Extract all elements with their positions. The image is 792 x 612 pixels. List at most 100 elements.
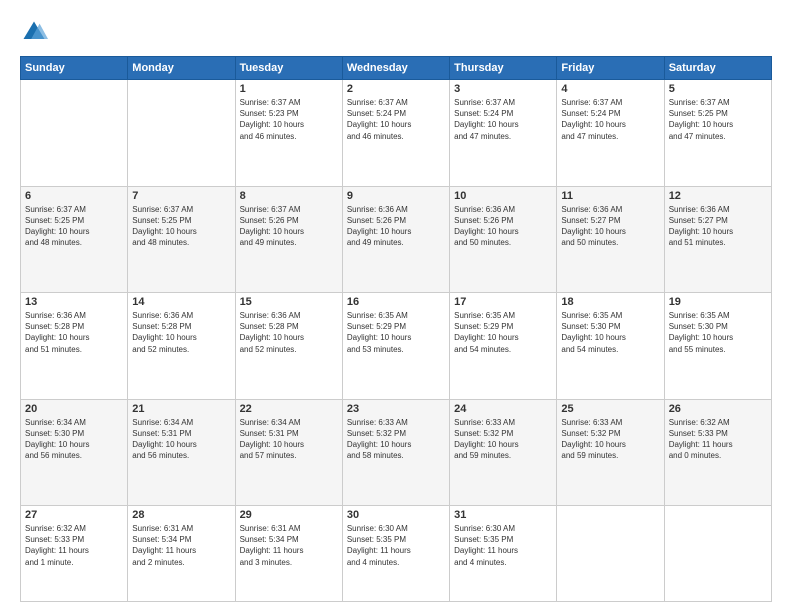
- day-number: 23: [347, 403, 445, 415]
- calendar-cell: 9 Sunrise: 6:36 AMSunset: 5:26 PMDaylight…: [342, 186, 449, 293]
- cell-content: Sunrise: 6:37 AMSunset: 5:24 PMDaylight:…: [561, 97, 659, 142]
- cell-content: Sunrise: 6:34 AMSunset: 5:31 PMDaylight:…: [132, 417, 230, 462]
- day-number: 28: [132, 509, 230, 521]
- calendar-cell: 10 Sunrise: 6:36 AMSunset: 5:26 PMDayligh…: [450, 186, 557, 293]
- logo-icon: [20, 18, 48, 46]
- cell-content: Sunrise: 6:36 AMSunset: 5:26 PMDaylight:…: [347, 204, 445, 249]
- day-number: 26: [669, 403, 767, 415]
- calendar-header-row: SundayMondayTuesdayWednesdayThursdayFrid…: [21, 57, 772, 80]
- calendar-cell: 29 Sunrise: 6:31 AMSunset: 5:34 PMDayligh…: [235, 506, 342, 602]
- cell-content: Sunrise: 6:37 AMSunset: 5:24 PMDaylight:…: [454, 97, 552, 142]
- calendar-cell: 16 Sunrise: 6:35 AMSunset: 5:29 PMDayligh…: [342, 293, 449, 400]
- cell-content: Sunrise: 6:36 AMSunset: 5:28 PMDaylight:…: [25, 310, 123, 355]
- cell-content: Sunrise: 6:35 AMSunset: 5:29 PMDaylight:…: [454, 310, 552, 355]
- cell-content: Sunrise: 6:36 AMSunset: 5:26 PMDaylight:…: [454, 204, 552, 249]
- calendar-header-sunday: Sunday: [21, 57, 128, 80]
- day-number: 24: [454, 403, 552, 415]
- cell-content: Sunrise: 6:30 AMSunset: 5:35 PMDaylight:…: [347, 523, 445, 568]
- day-number: 29: [240, 509, 338, 521]
- calendar-header-monday: Monday: [128, 57, 235, 80]
- day-number: 6: [25, 190, 123, 202]
- day-number: 1: [240, 83, 338, 95]
- day-number: 19: [669, 296, 767, 308]
- calendar-cell: 11 Sunrise: 6:36 AMSunset: 5:27 PMDayligh…: [557, 186, 664, 293]
- calendar-cell: 23 Sunrise: 6:33 AMSunset: 5:32 PMDayligh…: [342, 399, 449, 506]
- header: [20, 18, 772, 46]
- calendar-cell: 4 Sunrise: 6:37 AMSunset: 5:24 PMDaylight…: [557, 80, 664, 187]
- day-number: 15: [240, 296, 338, 308]
- calendar-cell: 25 Sunrise: 6:33 AMSunset: 5:32 PMDayligh…: [557, 399, 664, 506]
- day-number: 20: [25, 403, 123, 415]
- calendar-cell: 8 Sunrise: 6:37 AMSunset: 5:26 PMDaylight…: [235, 186, 342, 293]
- day-number: 18: [561, 296, 659, 308]
- cell-content: Sunrise: 6:33 AMSunset: 5:32 PMDaylight:…: [561, 417, 659, 462]
- day-number: 30: [347, 509, 445, 521]
- day-number: 11: [561, 190, 659, 202]
- calendar-cell: 22Sunrise: 6:34 AMSunset: 5:31 PMDayligh…: [235, 399, 342, 506]
- calendar-header-thursday: Thursday: [450, 57, 557, 80]
- calendar-cell: 12 Sunrise: 6:36 AMSunset: 5:27 PMDayligh…: [664, 186, 771, 293]
- calendar-cell: 31Sunrise: 6:30 AMSunset: 5:35 PMDayligh…: [450, 506, 557, 602]
- day-number: 5: [669, 83, 767, 95]
- calendar-cell: [128, 80, 235, 187]
- calendar-cell: 13 Sunrise: 6:36 AMSunset: 5:28 PMDayligh…: [21, 293, 128, 400]
- calendar-week-3: 13 Sunrise: 6:36 AMSunset: 5:28 PMDayligh…: [21, 293, 772, 400]
- calendar-cell: [557, 506, 664, 602]
- day-number: 9: [347, 190, 445, 202]
- day-number: 31: [454, 509, 552, 521]
- cell-content: Sunrise: 6:32 AMSunset: 5:33 PMDaylight:…: [25, 523, 123, 568]
- logo: [20, 18, 52, 46]
- day-number: 2: [347, 83, 445, 95]
- calendar-cell: 28Sunrise: 6:31 AMSunset: 5:34 PMDayligh…: [128, 506, 235, 602]
- calendar-cell: 18 Sunrise: 6:35 AMSunset: 5:30 PMDayligh…: [557, 293, 664, 400]
- calendar-cell: 14 Sunrise: 6:36 AMSunset: 5:28 PMDayligh…: [128, 293, 235, 400]
- calendar-cell: 15 Sunrise: 6:36 AMSunset: 5:28 PMDayligh…: [235, 293, 342, 400]
- calendar-cell: 17 Sunrise: 6:35 AMSunset: 5:29 PMDayligh…: [450, 293, 557, 400]
- cell-content: Sunrise: 6:36 AMSunset: 5:28 PMDaylight:…: [132, 310, 230, 355]
- cell-content: Sunrise: 6:34 AMSunset: 5:30 PMDaylight:…: [25, 417, 123, 462]
- cell-content: Sunrise: 6:37 AMSunset: 5:26 PMDaylight:…: [240, 204, 338, 249]
- day-number: 17: [454, 296, 552, 308]
- day-number: 10: [454, 190, 552, 202]
- day-number: 16: [347, 296, 445, 308]
- calendar-cell: 30 Sunrise: 6:30 AMSunset: 5:35 PMDayligh…: [342, 506, 449, 602]
- day-number: 3: [454, 83, 552, 95]
- calendar-cell: 6 Sunrise: 6:37 AMSunset: 5:25 PMDaylight…: [21, 186, 128, 293]
- calendar-cell: [21, 80, 128, 187]
- calendar-cell: 5 Sunrise: 6:37 AMSunset: 5:25 PMDaylight…: [664, 80, 771, 187]
- calendar-cell: 24 Sunrise: 6:33 AMSunset: 5:32 PMDayligh…: [450, 399, 557, 506]
- calendar-cell: 7 Sunrise: 6:37 AMSunset: 5:25 PMDaylight…: [128, 186, 235, 293]
- day-number: 25: [561, 403, 659, 415]
- page: SundayMondayTuesdayWednesdayThursdayFrid…: [0, 0, 792, 612]
- day-number: 4: [561, 83, 659, 95]
- cell-content: Sunrise: 6:33 AMSunset: 5:32 PMDaylight:…: [454, 417, 552, 462]
- calendar-header-saturday: Saturday: [664, 57, 771, 80]
- calendar-cell: 19 Sunrise: 6:35 AMSunset: 5:30 PMDayligh…: [664, 293, 771, 400]
- day-number: 8: [240, 190, 338, 202]
- cell-content: Sunrise: 6:35 AMSunset: 5:30 PMDaylight:…: [669, 310, 767, 355]
- calendar-week-4: 20 Sunrise: 6:34 AMSunset: 5:30 PMDayligh…: [21, 399, 772, 506]
- calendar-table: SundayMondayTuesdayWednesdayThursdayFrid…: [20, 56, 772, 602]
- cell-content: Sunrise: 6:36 AMSunset: 5:27 PMDaylight:…: [669, 204, 767, 249]
- day-number: 14: [132, 296, 230, 308]
- cell-content: Sunrise: 6:37 AMSunset: 5:23 PMDaylight:…: [240, 97, 338, 142]
- calendar-cell: 2 Sunrise: 6:37 AMSunset: 5:24 PMDaylight…: [342, 80, 449, 187]
- day-number: 7: [132, 190, 230, 202]
- cell-content: Sunrise: 6:37 AMSunset: 5:25 PMDaylight:…: [669, 97, 767, 142]
- cell-content: Sunrise: 6:32 AMSunset: 5:33 PMDaylight:…: [669, 417, 767, 462]
- day-number: 12: [669, 190, 767, 202]
- cell-content: Sunrise: 6:37 AMSunset: 5:25 PMDaylight:…: [132, 204, 230, 249]
- cell-content: Sunrise: 6:36 AMSunset: 5:28 PMDaylight:…: [240, 310, 338, 355]
- calendar-week-1: 1 Sunrise: 6:37 AMSunset: 5:23 PMDaylight…: [21, 80, 772, 187]
- calendar-cell: 21Sunrise: 6:34 AMSunset: 5:31 PMDayligh…: [128, 399, 235, 506]
- cell-content: Sunrise: 6:34 AMSunset: 5:31 PMDaylight:…: [240, 417, 338, 462]
- cell-content: Sunrise: 6:36 AMSunset: 5:27 PMDaylight:…: [561, 204, 659, 249]
- cell-content: Sunrise: 6:31 AMSunset: 5:34 PMDaylight:…: [240, 523, 338, 568]
- cell-content: Sunrise: 6:33 AMSunset: 5:32 PMDaylight:…: [347, 417, 445, 462]
- cell-content: Sunrise: 6:37 AMSunset: 5:24 PMDaylight:…: [347, 97, 445, 142]
- cell-content: Sunrise: 6:35 AMSunset: 5:30 PMDaylight:…: [561, 310, 659, 355]
- calendar-header-friday: Friday: [557, 57, 664, 80]
- cell-content: Sunrise: 6:35 AMSunset: 5:29 PMDaylight:…: [347, 310, 445, 355]
- day-number: 13: [25, 296, 123, 308]
- cell-content: Sunrise: 6:37 AMSunset: 5:25 PMDaylight:…: [25, 204, 123, 249]
